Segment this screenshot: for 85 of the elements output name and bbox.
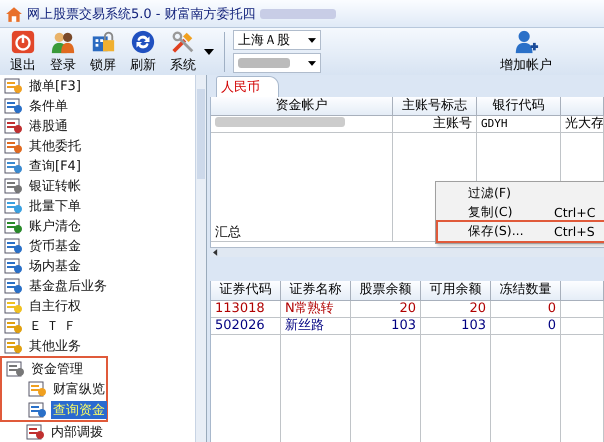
tree-item[interactable]: 资金管理: [29, 360, 85, 378]
market-dropdown[interactable]: 上海Ａ股: [233, 30, 321, 50]
menu-item[interactable]: 复制(C) Ctrl+C: [438, 203, 604, 222]
scrollbar[interactable]: [195, 75, 206, 442]
column-header: 资金帐户: [211, 97, 393, 116]
left-arrow-icon[interactable]: [213, 249, 218, 256]
menu-item[interactable]: 过滤(F): [438, 184, 604, 203]
tree-item[interactable]: 货币基金: [27, 237, 83, 256]
tree-item[interactable]: 查询资金: [51, 400, 107, 419]
house-icon: [5, 4, 23, 22]
tools-icon: [170, 29, 196, 55]
table-cell: 103: [351, 318, 421, 335]
caret-icon: [308, 38, 316, 42]
table-cell: 502026: [211, 318, 281, 335]
tree-item[interactable]: Ｅ Ｔ Ｆ: [27, 317, 78, 336]
table-cell: 103: [421, 318, 491, 335]
tree-item[interactable]: 银证转帐: [27, 177, 83, 196]
document-icon: [4, 277, 22, 296]
table-cell: 主账号: [393, 116, 477, 133]
toolbar-button[interactable]: 登录: [46, 29, 80, 74]
table-cell: 20: [421, 301, 491, 318]
document-icon: [28, 380, 46, 398]
tree-item[interactable]: 查询[F4]: [27, 157, 83, 176]
tree-item[interactable]: 撤单[F3]: [27, 77, 83, 96]
document-icon: [4, 317, 22, 336]
caret-icon[interactable]: [204, 48, 214, 54]
power-icon: [10, 29, 36, 55]
tree-item[interactable]: 条件单: [27, 97, 70, 116]
document-icon: [4, 157, 22, 176]
tree-item[interactable]: 场内基金: [27, 257, 83, 276]
column-header: 银行代码: [477, 97, 561, 116]
tree-item[interactable]: 其他委托: [27, 137, 83, 156]
tree-item[interactable]: 基金盘后业务: [27, 277, 109, 296]
document-icon: [4, 197, 22, 216]
document-icon: [28, 400, 46, 419]
blurred-text: [238, 58, 290, 68]
column-header: [561, 281, 604, 301]
table-cell: [561, 301, 604, 318]
document-icon: [4, 237, 22, 256]
add-account-button[interactable]: 增加帐户: [496, 29, 556, 74]
refresh-icon: [130, 29, 156, 55]
toolbar-button[interactable]: 锁屏: [86, 29, 120, 74]
toolbar-button[interactable]: 系统: [166, 29, 200, 74]
toolbar-button[interactable]: 退出: [6, 29, 40, 74]
tree-item[interactable]: 港股通: [27, 117, 70, 136]
tree-item[interactable]: 财富纵览: [51, 380, 107, 398]
caret-icon: [308, 60, 316, 66]
table-cell: N常熟转: [281, 301, 351, 318]
menu-item[interactable]: 保存(S)... Ctrl+S: [438, 222, 604, 241]
account-dropdown[interactable]: [233, 53, 321, 73]
table-cell: 20: [351, 301, 421, 318]
document-icon: [4, 257, 22, 276]
table-cell: 0: [491, 301, 561, 318]
scrollbar[interactable]: [210, 247, 604, 257]
document-icon: [4, 337, 22, 356]
column-header: 可用余额: [421, 281, 491, 301]
tree-item[interactable]: 内部调拨: [49, 422, 105, 441]
table-cell: 0: [491, 318, 561, 335]
column-header: 证券名称: [281, 281, 351, 301]
table-cell: 113018: [211, 301, 281, 318]
table-cell: 汇总: [211, 225, 393, 242]
column-header: 证券代码: [211, 281, 281, 301]
add-user-icon: [513, 29, 539, 55]
column-header: 股票余额: [351, 281, 421, 301]
document-icon: [4, 217, 22, 236]
document-icon: [4, 117, 22, 136]
table-cell: GDYH: [477, 116, 561, 133]
tree-item[interactable]: 自主行权: [27, 297, 83, 316]
tree-item[interactable]: 其他业务: [27, 337, 83, 356]
window-title: 网上股票交易系统5.0 - 财富南方委托四: [27, 6, 256, 22]
column-header: [561, 97, 604, 116]
tree-item[interactable]: 批量下单: [27, 197, 83, 216]
toolbar-button[interactable]: 刷新: [126, 29, 160, 74]
document-icon: [4, 177, 22, 196]
column-header: 主账号标志: [393, 97, 477, 116]
document-icon: [6, 360, 24, 378]
column-header: 冻结数量: [491, 281, 561, 301]
document-icon: [4, 137, 22, 156]
document-icon: [4, 97, 22, 116]
table-cell: 新丝路: [281, 318, 351, 335]
tree-item[interactable]: 账户清仓: [27, 217, 83, 236]
shortcut-text: Ctrl+S: [554, 224, 596, 239]
currency-tab[interactable]: 人民币: [216, 76, 279, 97]
shortcut-text: Ctrl+C: [554, 205, 596, 220]
document-icon: [4, 297, 22, 316]
